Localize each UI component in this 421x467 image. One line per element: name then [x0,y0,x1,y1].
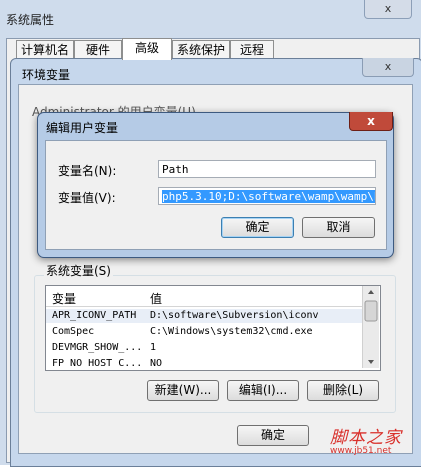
row-variable-name: APR_ICONV_PATH [52,310,137,321]
variable-value-field[interactable]: php5.3.10;D:\software\wamp\wamp\bin [158,187,376,205]
system-vars-label: 系统变量(S) [44,262,113,279]
table-row[interactable]: DEVMGR_SHOW_... 1 [46,341,362,355]
column-header-variable[interactable]: 变量 [52,290,76,307]
tab-computer-name[interactable]: 计算机名 [16,40,74,59]
row-variable-value: 1 [150,342,157,353]
tab-system-protection[interactable]: 系统保护 [172,40,230,59]
table-row[interactable]: FP_NO_HOST_C... NO [46,357,362,368]
tab-hardware[interactable]: 硬件 [74,40,122,59]
column-header-value[interactable]: 值 [150,290,162,307]
env-vars-close-button[interactable]: x [362,58,414,77]
tab-advanced[interactable]: 高级 [122,38,172,60]
edit-variable-button[interactable]: 编辑(I)... [227,380,299,401]
variable-value-label: 变量值(V): [58,191,116,205]
edit-dialog-ok-button[interactable]: 确定 [221,217,294,238]
row-variable-value: D:\software\Subversion\iconv [150,310,319,321]
scrollbar-arrows-icon [364,290,378,364]
new-variable-button[interactable]: 新建(W)... [147,380,219,401]
delete-variable-button[interactable]: 删除(L) [307,380,379,401]
table-scrollbar[interactable] [362,286,379,368]
watermark-url: www.jb51.net [330,446,392,456]
system-properties-ok-button[interactable]: 确定 [237,425,309,446]
row-variable-name: ComSpec [52,326,95,337]
edit-dialog-close-button[interactable]: x [349,112,393,131]
env-vars-title: 环境变量 [22,68,71,82]
variable-name-field[interactable]: Path [158,160,376,178]
table-header [46,286,362,307]
tab-remote[interactable]: 远程 [230,40,274,59]
edit-dialog-cancel-button[interactable]: 取消 [302,217,375,238]
row-variable-value: C:\Windows\system32\cmd.exe [150,326,313,337]
edit-dialog-title: 编辑用户变量 [46,121,119,135]
row-variable-name: DEVMGR_SHOW_... [52,342,143,353]
table-row[interactable]: APR_ICONV_PATH D:\software\Subversion\ic… [46,309,362,323]
variable-value-text: php5.3.10;D:\software\wamp\wamp\bin [162,190,375,203]
system-properties-title: 系统属性 [6,13,55,27]
table-row[interactable]: ComSpec C:\Windows\system32\cmd.exe [46,325,362,339]
watermark-title: 脚本之家 [330,428,402,448]
row-variable-name: FP_NO_HOST_C... [52,358,143,368]
variable-name-label: 变量名(N): [58,164,117,178]
system-properties-close-button[interactable]: x [364,0,412,19]
row-variable-value: NO [150,358,163,368]
